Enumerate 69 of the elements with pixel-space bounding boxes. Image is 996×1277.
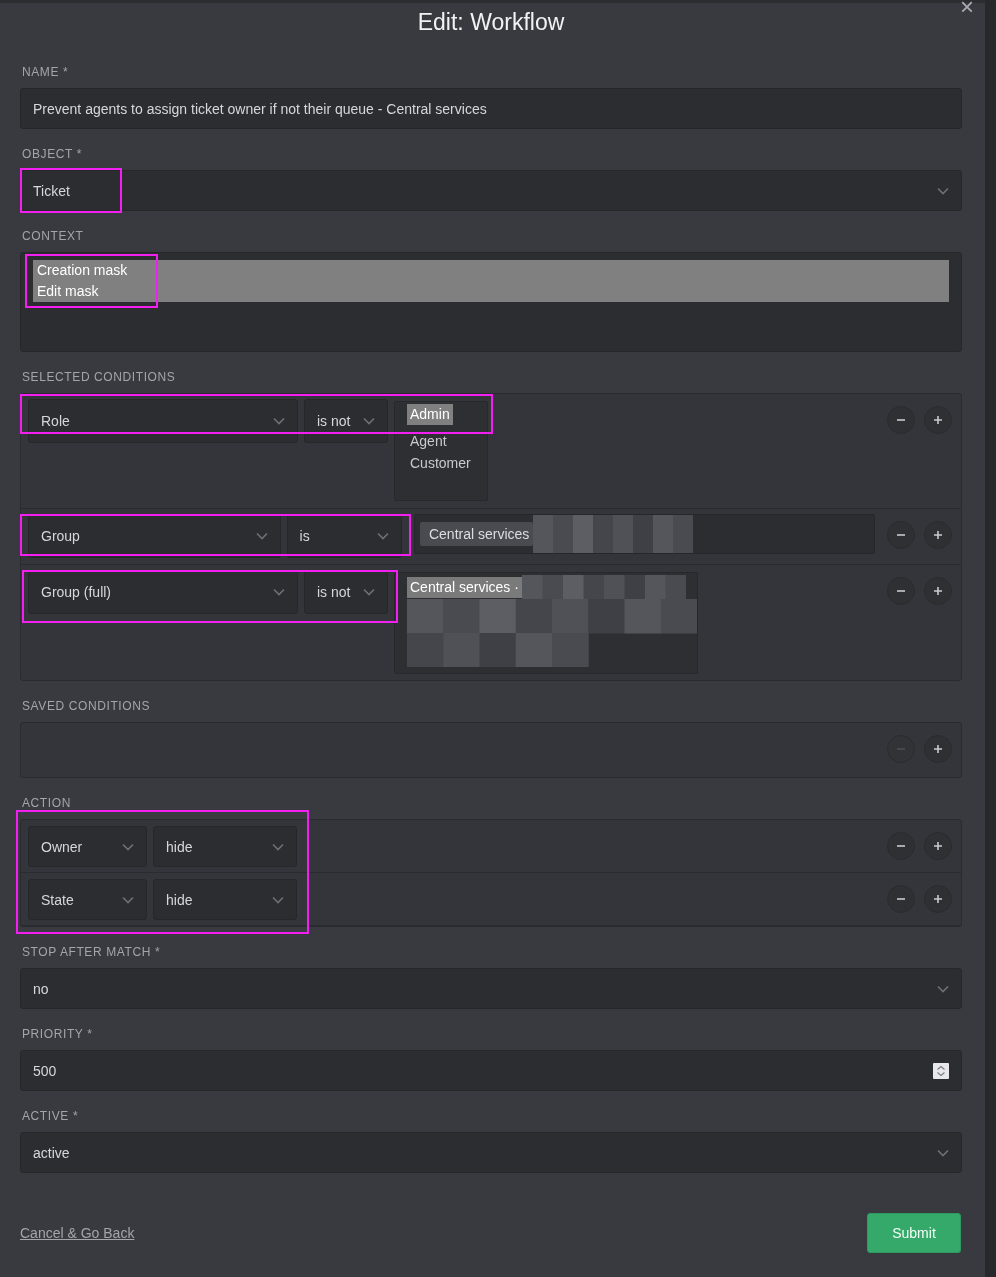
plus-icon [932, 529, 944, 541]
select-field[interactable]: no [20, 968, 962, 1009]
list-option[interactable]: Admin [407, 404, 453, 425]
chevron-icon [937, 984, 949, 993]
chevron-icon [363, 588, 375, 596]
add-button[interactable] [924, 832, 952, 860]
select-field[interactable]: Ticket [20, 170, 962, 211]
remove-button[interactable] [887, 406, 915, 434]
select-field[interactable]: Owner [28, 826, 147, 867]
token-chip[interactable]: Central services [419, 522, 534, 546]
add-button[interactable] [924, 406, 952, 434]
select-field[interactable]: is not [304, 399, 388, 443]
chevron-icon [272, 842, 284, 851]
select-field[interactable]: Group [28, 514, 281, 558]
field-label: OBJECT * [22, 147, 83, 162]
remove-button[interactable] [887, 832, 915, 860]
remove-button[interactable] [887, 577, 915, 605]
add-button[interactable] [924, 885, 952, 913]
field-label: ACTIVE * [22, 1109, 80, 1124]
close-button[interactable]: × [956, 0, 978, 19]
dialog-title: Edit: Workflow [417, 9, 565, 36]
multi-select-list[interactable]: Central services · [394, 572, 698, 674]
add-button[interactable] [924, 521, 952, 549]
field-label: STOP AFTER MATCH * [22, 945, 162, 960]
select-field[interactable]: active [20, 1132, 962, 1173]
chevron-icon [937, 1148, 949, 1157]
plus-icon [932, 585, 944, 597]
multi-select-list[interactable]: Creation mask Edit mask [20, 252, 962, 352]
chevron-icon [273, 417, 285, 425]
text-field[interactable]: Prevent agents to assign ticket owner if not their queue - Central services [20, 88, 962, 129]
multi-select-list[interactable]: Admin Agent Customer [394, 401, 488, 501]
list-option[interactable]: Edit mask [33, 281, 949, 302]
number-field[interactable]: 500 [20, 1050, 962, 1091]
chevron-icon [122, 842, 134, 851]
list-option[interactable]: Customer [407, 453, 474, 474]
list-option[interactable]: Central services · [407, 576, 522, 598]
field-label: PRIORITY * [22, 1027, 94, 1042]
select-field[interactable]: is [286, 514, 402, 558]
field-label: SELECTED CONDITIONS [22, 370, 177, 385]
add-button[interactable] [924, 735, 952, 763]
add-button[interactable] [924, 577, 952, 605]
remove-button[interactable] [887, 885, 915, 913]
field-label: CONTEXT [22, 229, 85, 244]
chevron-icon [937, 186, 949, 195]
select-field[interactable]: is not [304, 570, 388, 614]
list-option[interactable]: Creation mask [33, 260, 949, 281]
plus-icon [932, 840, 944, 852]
list-option[interactable]: Agent [407, 431, 450, 452]
plus-icon [932, 414, 944, 426]
chevron-icon [122, 895, 134, 904]
select-field[interactable]: Role [28, 399, 298, 443]
select-field[interactable]: hide [153, 826, 297, 867]
token-field[interactable]: Central services [413, 514, 875, 554]
plus-icon [932, 893, 944, 905]
chevron-icon [376, 532, 389, 540]
select-field[interactable]: Group (full) [28, 570, 298, 614]
field-label: SAVED CONDITIONS [22, 699, 152, 714]
chevron-icon [363, 417, 375, 425]
chevron-icon [255, 532, 268, 540]
remove-button[interactable] [887, 521, 915, 549]
spinner-icon [933, 1062, 949, 1079]
cancel-link[interactable]: Cancel & Go Back [20, 1225, 135, 1241]
plus-icon [932, 743, 944, 755]
chevron-icon [272, 895, 284, 904]
chevron-icon [273, 588, 285, 596]
field-label: ACTION [22, 796, 72, 811]
field-label: NAME * [22, 65, 70, 80]
select-field[interactable]: State [28, 879, 147, 920]
select-field[interactable]: hide [153, 879, 297, 920]
